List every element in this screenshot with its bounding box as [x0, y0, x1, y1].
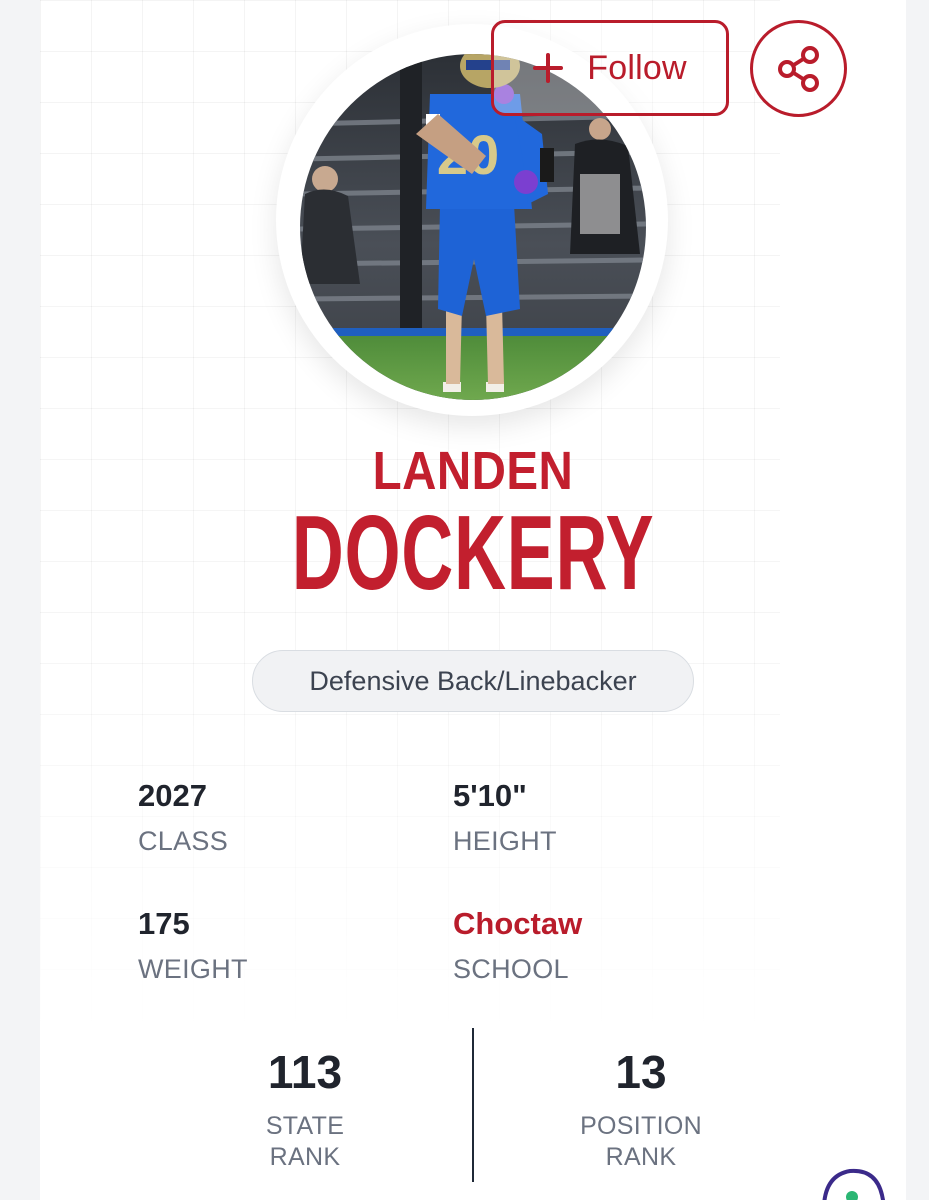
stat-class-value: 2027 [138, 778, 207, 813]
state-rank-value: 113 [267, 1046, 343, 1098]
stat-weight: 175 WEIGHT [138, 906, 248, 985]
share-icon [777, 45, 819, 92]
position-rank: 13 POSITION RANK [511, 1045, 771, 1173]
position-rank-value: 13 [615, 1046, 667, 1098]
stat-weight-value: 175 [138, 906, 190, 941]
share-button[interactable] [750, 20, 847, 117]
stat-class-label: CLASS [138, 826, 229, 856]
stat-class: 2027 CLASS [138, 778, 228, 857]
follow-label: Follow [587, 48, 687, 87]
chat-mascot-icon[interactable] [820, 1165, 890, 1200]
follow-button[interactable]: Follow [491, 20, 729, 116]
state-rank-label-line1: STATE [265, 1112, 345, 1140]
player-profile-card: 20 Follow LANDEN DOCKERY Defensive Back/… [40, 0, 906, 1200]
stat-weight-label: WEIGHT [138, 954, 248, 984]
state-rank-label-line2: RANK [269, 1143, 341, 1171]
stat-school: Choctaw SCHOOL [453, 906, 582, 985]
position-badge: Defensive Back/Linebacker [252, 650, 694, 712]
stat-school-label: SCHOOL [453, 954, 569, 984]
stat-height-label: HEIGHT [453, 826, 557, 856]
player-last-name: DOCKERY [291, 494, 655, 612]
stat-height: 5'10" HEIGHT [453, 778, 557, 857]
player-first-name: LANDEN [372, 441, 574, 501]
rank-divider [472, 1028, 474, 1182]
position-rank-label-line2: RANK [605, 1143, 677, 1171]
plus-icon [533, 53, 564, 83]
position-label: Defensive Back/Linebacker [309, 665, 637, 696]
position-rank-label-line1: POSITION [580, 1112, 702, 1140]
school-link[interactable]: Choctaw [453, 906, 582, 942]
state-rank: 113 STATE RANK [175, 1045, 435, 1173]
stat-height-value: 5'10" [453, 778, 527, 813]
